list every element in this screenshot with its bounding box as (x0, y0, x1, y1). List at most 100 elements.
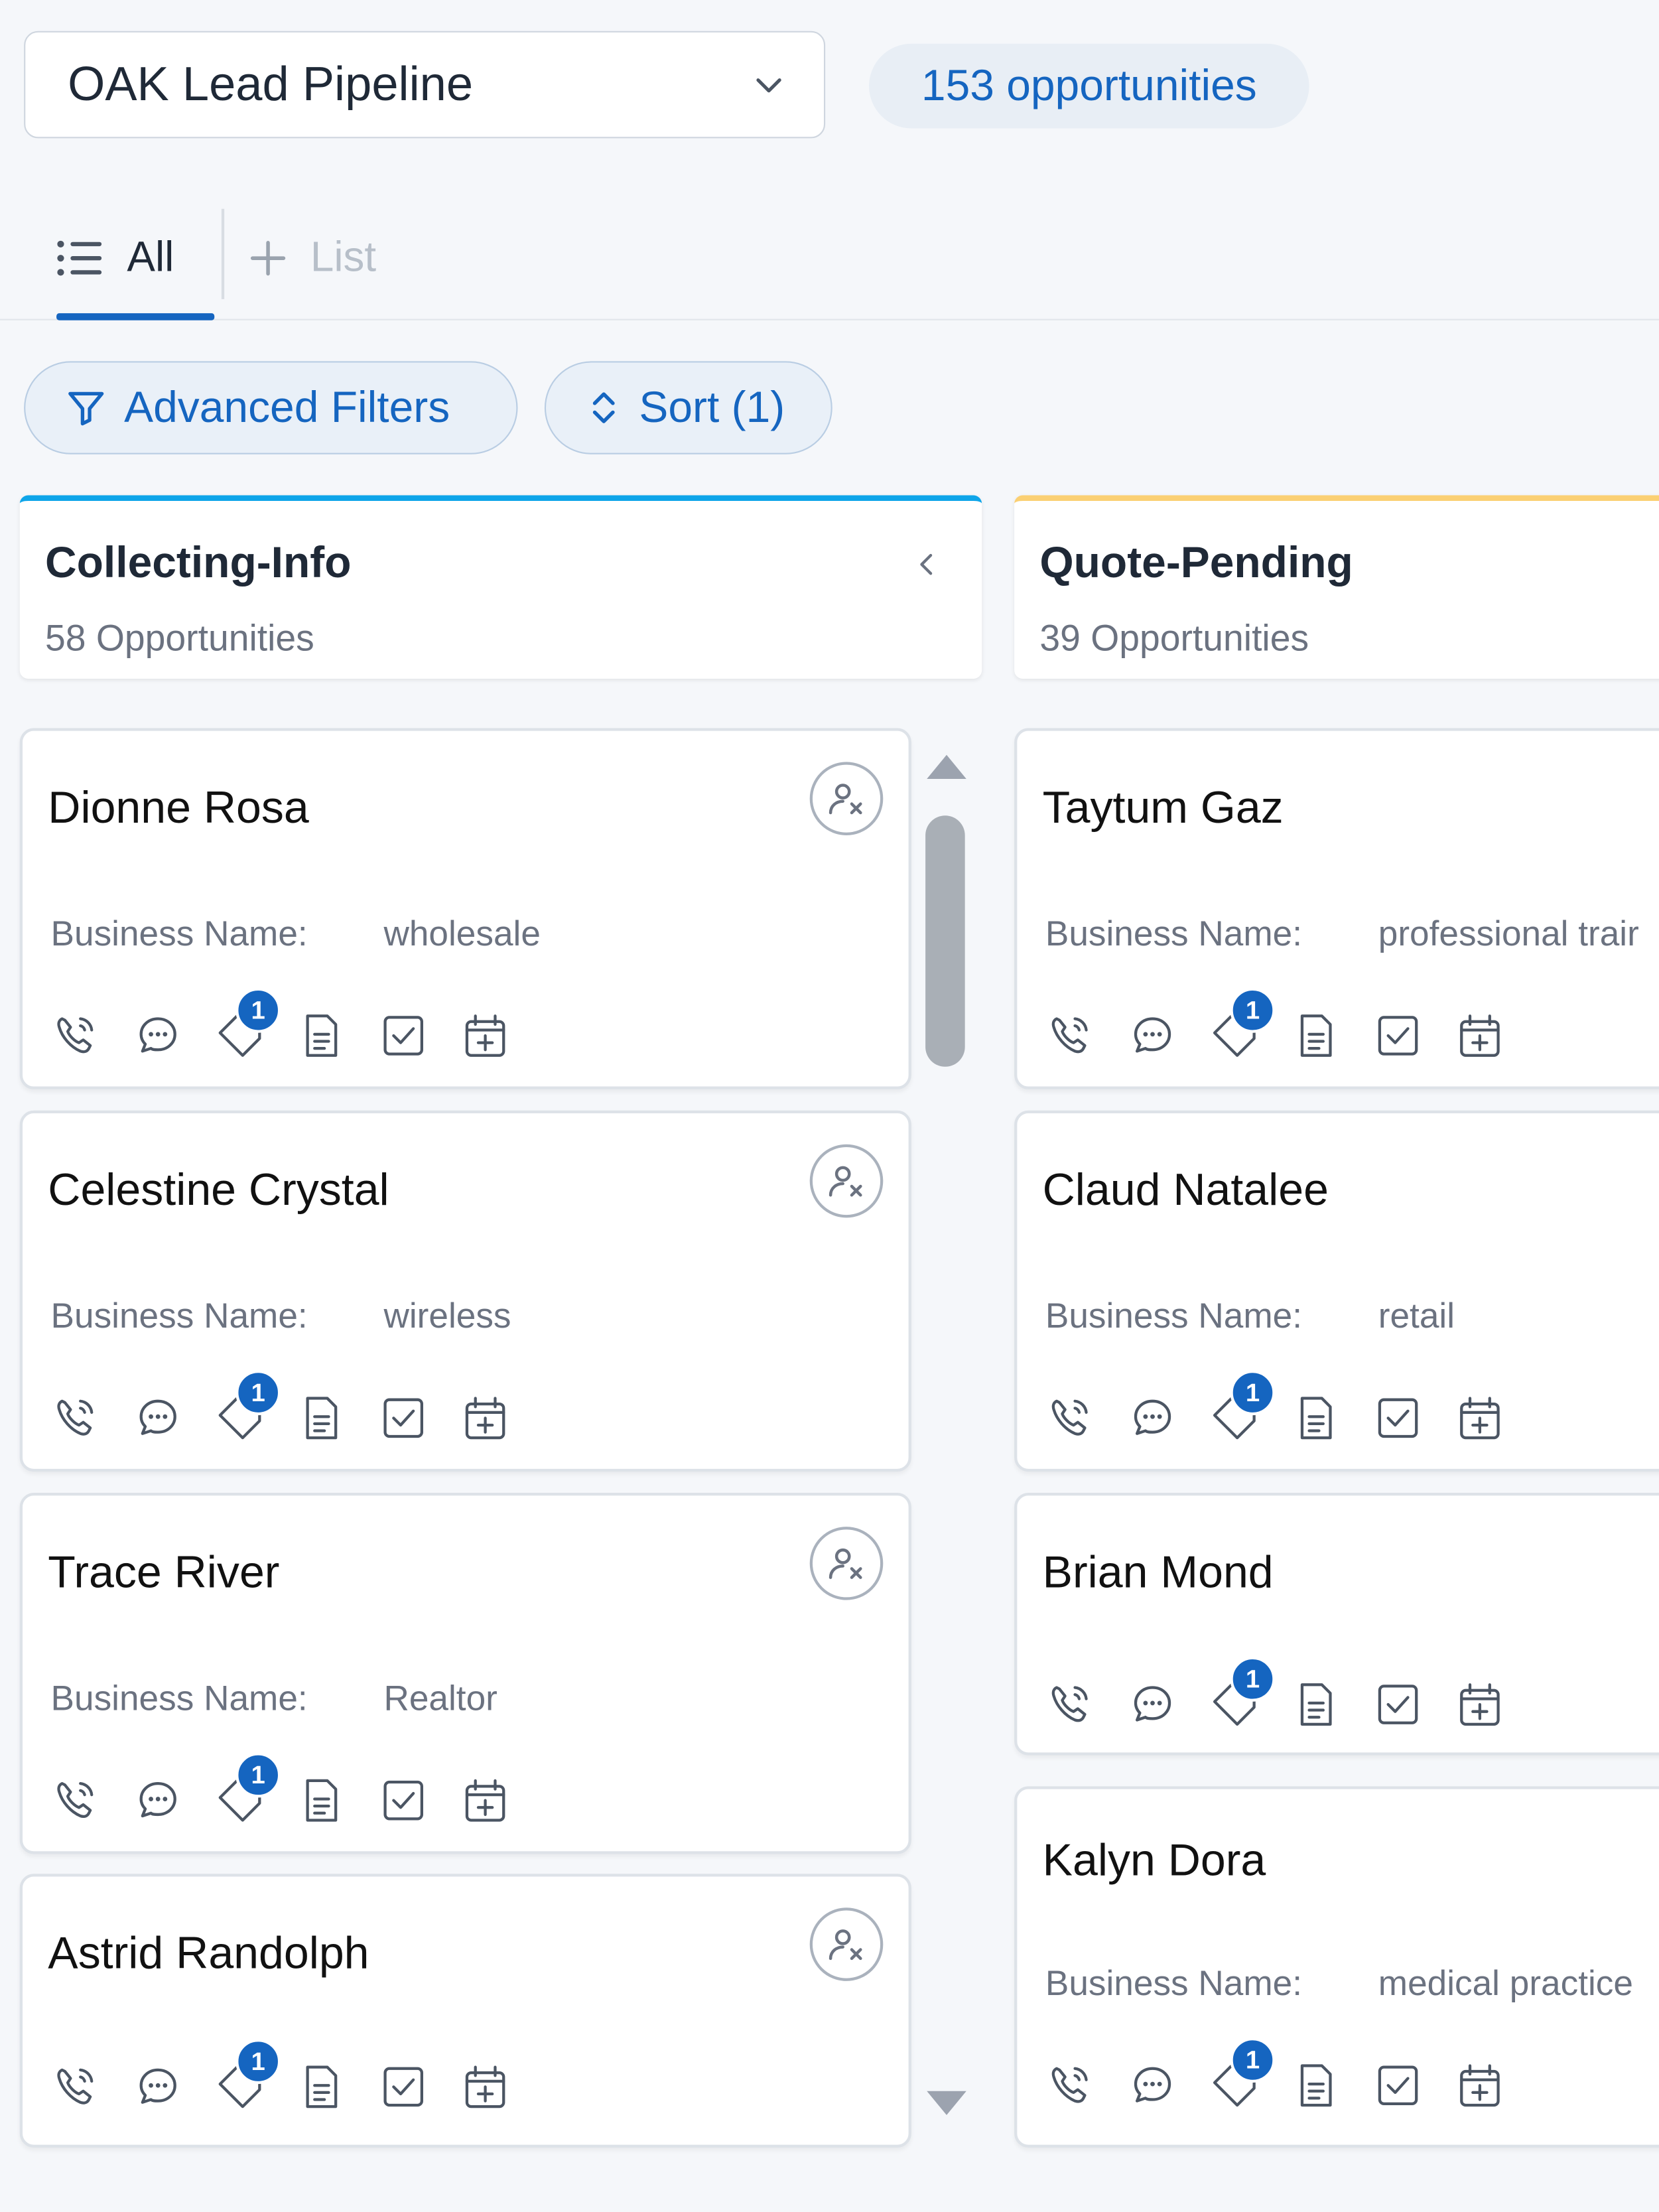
chevron-down-icon (756, 78, 781, 93)
column-count: 58 Opportunities (45, 616, 314, 659)
tag-count-badge: 1 (1230, 987, 1276, 1033)
card-actions: 1 (51, 1370, 559, 1449)
phone-icon[interactable] (51, 1010, 102, 1062)
chat-icon[interactable] (1127, 1393, 1178, 1444)
business-name-label: Business Name: (50, 1296, 308, 1336)
task-icon[interactable] (1372, 2060, 1424, 2111)
contact-name: Claud Natalee (1042, 1164, 1329, 1215)
document-icon[interactable] (1291, 1393, 1342, 1444)
phone-icon[interactable] (1045, 1010, 1096, 1062)
add-list-tab[interactable]: List (248, 198, 376, 319)
tag-count-badge: 1 (1230, 1370, 1276, 1416)
document-icon[interactable] (297, 1393, 348, 1444)
business-name-label: Business Name: (50, 914, 308, 954)
collapse-column-icon[interactable] (911, 549, 943, 580)
tag-icon[interactable]: 1 (214, 987, 281, 1062)
assign-user-icon[interactable] (809, 762, 884, 836)
opportunity-card[interactable]: Claud Natalee Business Name: retail 1 (1014, 1110, 1659, 1472)
contact-name: Trace River (48, 1546, 280, 1598)
pipeline-select-value: OAK Lead Pipeline (68, 57, 474, 111)
column-header-quote-pending: Quote-Pending 39 Opportunities (1014, 495, 1659, 679)
task-icon[interactable] (378, 1393, 429, 1444)
chat-icon[interactable] (1127, 2060, 1178, 2111)
scroll-down-arrow-icon[interactable] (924, 2089, 969, 2120)
phone-icon[interactable] (51, 2061, 102, 2112)
sort-icon (592, 392, 615, 423)
task-icon[interactable] (1372, 1393, 1424, 1444)
tag-count-badge: 1 (235, 1370, 281, 1416)
phone-icon[interactable] (1045, 1393, 1096, 1444)
assign-user-icon[interactable] (809, 1527, 884, 1600)
opportunity-card[interactable]: Taytum Gaz Business Name: professional t… (1014, 728, 1659, 1089)
task-icon[interactable] (1372, 1679, 1424, 1730)
calendar-add-icon[interactable] (1455, 1679, 1506, 1730)
tag-icon[interactable]: 1 (214, 1370, 281, 1444)
chat-icon[interactable] (1127, 1679, 1178, 1730)
chat-icon[interactable] (133, 1393, 184, 1444)
assign-user-icon[interactable] (809, 1144, 884, 1218)
opportunity-card[interactable]: Dionne Rosa Business Name: wholesale 1 (19, 728, 911, 1089)
chat-icon[interactable] (133, 1010, 184, 1062)
sort-label: Sort (1) (639, 382, 785, 432)
opportunity-card[interactable]: Astrid Randolph 1 (19, 1874, 911, 2148)
add-list-label: List (310, 234, 377, 281)
tag-icon[interactable]: 1 (1209, 1370, 1276, 1444)
calendar-add-icon[interactable] (1455, 1393, 1506, 1444)
tag-count-badge: 1 (235, 1752, 281, 1798)
calendar-add-icon[interactable] (1455, 1010, 1506, 1062)
document-icon[interactable] (297, 1010, 348, 1062)
scrollbar-thumb[interactable] (925, 815, 965, 1067)
tag-icon[interactable]: 1 (1209, 987, 1276, 1062)
document-icon[interactable] (1291, 1679, 1342, 1730)
opportunity-count-text: 153 opportunities (921, 60, 1257, 110)
task-icon[interactable] (378, 1775, 429, 1826)
business-name-label: Business Name: (50, 1679, 308, 1719)
opportunity-card[interactable]: Celestine Crystal Business Name: wireles… (19, 1110, 911, 1472)
calendar-add-icon[interactable] (460, 1393, 511, 1444)
business-name-value: retail (1378, 1296, 1455, 1336)
chat-icon[interactable] (1127, 1010, 1178, 1062)
business-name-value: wholesale (383, 914, 541, 954)
tag-count-badge: 1 (1230, 1656, 1276, 1702)
tag-icon[interactable]: 1 (1209, 1656, 1276, 1730)
calendar-add-icon[interactable] (1455, 2060, 1506, 2111)
phone-icon[interactable] (51, 1393, 102, 1444)
calendar-add-icon[interactable] (460, 1010, 511, 1062)
document-icon[interactable] (1291, 2060, 1342, 2111)
card-actions: 1 (51, 2039, 559, 2118)
tag-icon[interactable]: 1 (214, 2039, 281, 2112)
task-icon[interactable] (378, 2061, 429, 2112)
opportunity-card[interactable]: Brian Mond 1 (1014, 1493, 1659, 1756)
document-icon[interactable] (1291, 1010, 1342, 1062)
chat-icon[interactable] (133, 1775, 184, 1826)
sort-button[interactable]: Sort (1) (544, 361, 832, 454)
tag-icon[interactable]: 1 (1209, 2037, 1276, 2111)
column-title: Quote-Pending (1039, 537, 1353, 587)
phone-icon[interactable] (51, 1775, 102, 1826)
chat-icon[interactable] (133, 2061, 184, 2112)
tab-all[interactable]: All (56, 198, 215, 320)
calendar-add-icon[interactable] (460, 2061, 511, 2112)
task-icon[interactable] (1372, 1010, 1424, 1062)
contact-name: Kalyn Dora (1042, 1834, 1266, 1886)
opportunity-card[interactable]: Trace River Business Name: Realtor 1 (19, 1493, 911, 1854)
document-icon[interactable] (297, 2061, 348, 2112)
opportunity-count-badge: 153 opportunities (869, 43, 1309, 129)
tab-divider (221, 208, 224, 299)
contact-name: Brian Mond (1042, 1546, 1274, 1598)
column-header-collecting-info: Collecting-Info 58 Opportunities (19, 495, 982, 679)
opportunity-card[interactable]: Kalyn Dora Business Name: medical practi… (1014, 1786, 1659, 2148)
business-name-value: medical practice (1378, 1964, 1633, 2004)
phone-icon[interactable] (1045, 1679, 1096, 1730)
scroll-up-arrow-icon[interactable] (924, 750, 969, 782)
advanced-filters-button[interactable]: Advanced Filters (24, 361, 518, 454)
opportunities-board: OAK Lead Pipeline 153 opportunities All … (0, 0, 1659, 2201)
business-name-value: professional trair (1378, 914, 1639, 954)
tag-icon[interactable]: 1 (214, 1752, 281, 1826)
phone-icon[interactable] (1045, 2060, 1096, 2111)
calendar-add-icon[interactable] (460, 1775, 511, 1826)
pipeline-select[interactable]: OAK Lead Pipeline (24, 31, 826, 139)
document-icon[interactable] (297, 1775, 348, 1826)
task-icon[interactable] (378, 1010, 429, 1062)
assign-user-icon[interactable] (809, 1907, 884, 1981)
